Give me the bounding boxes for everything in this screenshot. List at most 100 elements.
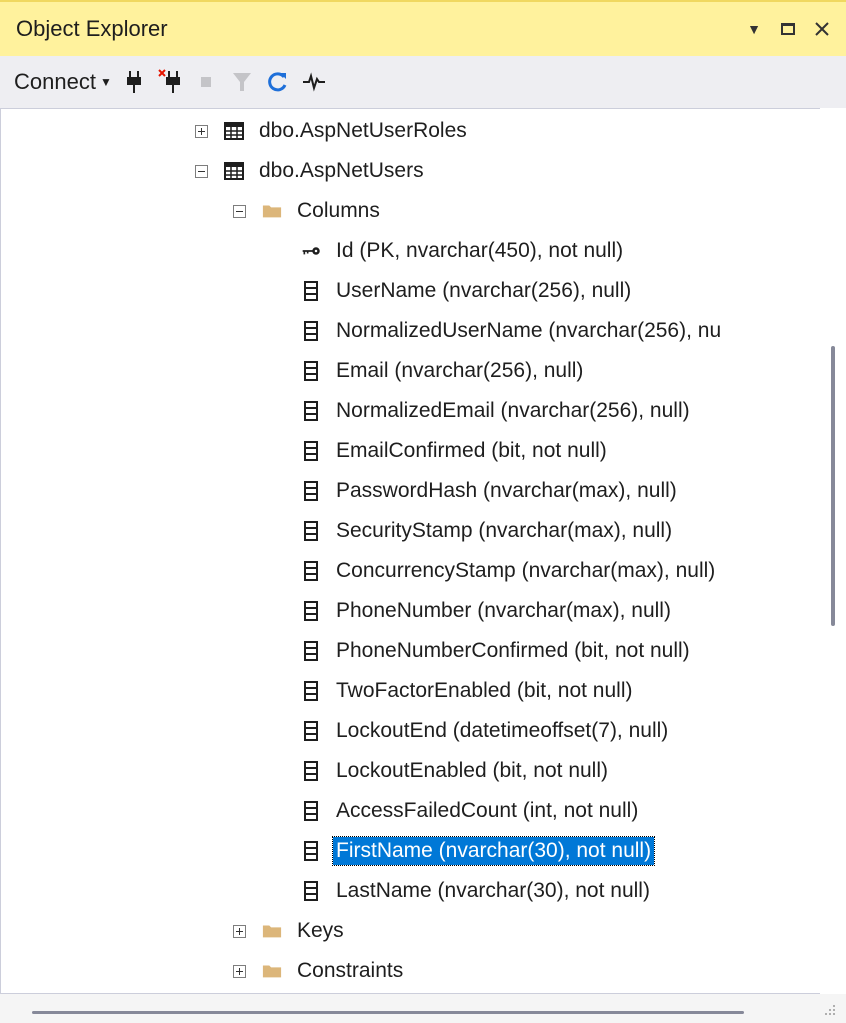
connect-dropdown-button[interactable]: Connect ▼: [14, 69, 112, 95]
disconnect-plug-icon: [158, 69, 180, 93]
maximize-icon: [781, 23, 795, 35]
column-icon: [301, 641, 321, 661]
table-icon: [224, 121, 244, 141]
primary-key-icon: [301, 241, 321, 261]
column-node[interactable]: NormalizedUserName (nvarchar(256), nu: [301, 311, 724, 351]
connect-object-explorer-button[interactable]: [120, 66, 148, 98]
activity-monitor-icon: [302, 72, 325, 92]
tree-node-label: dbo.AspNetUsers: [259, 159, 424, 182]
resize-grip-icon[interactable]: [824, 1004, 836, 1016]
column-node[interactable]: Email (nvarchar(256), null): [301, 351, 586, 391]
column-label: Email (nvarchar(256), null): [336, 359, 584, 382]
column-node[interactable]: LastName (nvarchar(30), not null): [301, 871, 653, 911]
connect-label: Connect: [14, 69, 96, 94]
column-icon: [301, 401, 321, 421]
window-title: Object Explorer: [16, 16, 168, 41]
column-icon: [301, 361, 321, 381]
column-label: SecurityStamp (nvarchar(max), null): [336, 519, 673, 542]
window-position-dropdown-button[interactable]: ▼: [740, 12, 768, 46]
stop-button[interactable]: [192, 66, 220, 98]
tree-node-label: Constraints: [297, 959, 404, 982]
horizontal-scrollbar-thumb[interactable]: [32, 1011, 744, 1014]
column-icon: [301, 281, 321, 301]
column-icon: [301, 321, 321, 341]
caret-down-icon: ▼: [99, 75, 112, 89]
tree-node-constraints-folder[interactable]: Constraints: [233, 951, 406, 991]
column-node[interactable]: EmailConfirmed (bit, not null): [301, 431, 610, 471]
maximize-button[interactable]: [774, 12, 802, 46]
tree-node-keys-folder[interactable]: Keys: [233, 911, 347, 951]
column-label: Id (PK, nvarchar(450), not null): [336, 239, 624, 262]
column-node-selected[interactable]: FirstName (nvarchar(30), not null): [301, 831, 656, 871]
column-node[interactable]: NormalizedEmail (nvarchar(256), null): [301, 391, 693, 431]
close-icon: [815, 22, 829, 36]
column-icon: [301, 881, 321, 901]
folder-icon: [262, 201, 282, 221]
column-label: EmailConfirmed (bit, not null): [336, 439, 607, 462]
column-icon: [301, 481, 321, 501]
filter-button[interactable]: [228, 66, 256, 98]
column-icon: [301, 841, 321, 861]
column-label: NormalizedEmail (nvarchar(256), null): [336, 399, 690, 422]
vertical-scrollbar-thumb[interactable]: [831, 346, 835, 626]
column-icon: [301, 681, 321, 701]
column-node[interactable]: ConcurrencyStamp (nvarchar(max), null): [301, 551, 718, 591]
column-icon: [301, 521, 321, 541]
expand-icon[interactable]: [233, 924, 246, 938]
column-node[interactable]: SecurityStamp (nvarchar(max), null): [301, 511, 675, 551]
column-label: LockoutEnd (datetimeoffset(7), null): [336, 719, 669, 742]
collapse-icon[interactable]: [233, 204, 246, 218]
tree-node-label: Columns: [297, 199, 380, 222]
column-label: ConcurrencyStamp (nvarchar(max), null): [336, 559, 716, 582]
vertical-scrollbar[interactable]: [820, 108, 846, 994]
column-node[interactable]: PhoneNumberConfirmed (bit, not null): [301, 631, 693, 671]
tree-node-aspnetusers[interactable]: dbo.AspNetUsers: [195, 151, 427, 191]
column-label: PhoneNumberConfirmed (bit, not null): [336, 639, 690, 662]
connect-plug-icon: [126, 71, 141, 93]
column-label: UserName (nvarchar(256), null): [336, 279, 632, 302]
folder-icon: [262, 961, 282, 981]
column-label: PhoneNumber (nvarchar(max), null): [336, 599, 671, 622]
collapse-icon[interactable]: [195, 164, 208, 178]
activity-monitor-button[interactable]: [300, 66, 328, 98]
tree-node-columns-folder[interactable]: Columns: [233, 191, 383, 231]
column-label: PasswordHash (nvarchar(max), null): [336, 479, 677, 502]
column-icon: [301, 721, 321, 741]
column-node[interactable]: AccessFailedCount (int, not null): [301, 791, 641, 831]
column-label: FirstName (nvarchar(30), not null): [331, 836, 656, 866]
toolbar: Connect ▼: [0, 56, 846, 108]
column-node[interactable]: PasswordHash (nvarchar(max), null): [301, 471, 680, 511]
column-node[interactable]: TwoFactorEnabled (bit, not null): [301, 671, 635, 711]
refresh-icon: [268, 72, 287, 92]
table-icon: [224, 161, 244, 181]
column-label: LastName (nvarchar(30), not null): [336, 879, 650, 902]
column-label: LockoutEnabled (bit, not null): [336, 759, 609, 782]
expand-icon[interactable]: [195, 124, 208, 138]
column-icon: [301, 441, 321, 461]
tree-node-label: dbo.AspNetUserRoles: [259, 119, 467, 142]
stop-icon: [200, 77, 211, 87]
tree-node-label: Keys: [297, 919, 344, 942]
column-node[interactable]: PhoneNumber (nvarchar(max), null): [301, 591, 674, 631]
title-bar: Object Explorer ▼: [0, 0, 846, 56]
column-icon: [301, 601, 321, 621]
close-button[interactable]: [808, 12, 836, 46]
refresh-button[interactable]: [264, 66, 292, 98]
caret-down-icon: ▼: [747, 21, 761, 37]
folder-icon: [262, 921, 282, 941]
tree-node-aspnetuserroles[interactable]: dbo.AspNetUserRoles: [195, 111, 470, 151]
column-label: TwoFactorEnabled (bit, not null): [336, 679, 633, 702]
column-icon: [301, 761, 321, 781]
column-node[interactable]: LockoutEnabled (bit, not null): [301, 751, 611, 791]
object-explorer-tree: dbo.AspNetUserRoles dbo.AspNetUsers Colu…: [0, 108, 846, 994]
column-node[interactable]: UserName (nvarchar(256), null): [301, 271, 634, 311]
column-icon: [301, 561, 321, 581]
object-explorer-window: Object Explorer ▼ Connect ▼ dbo.AspNetUs…: [0, 0, 846, 1023]
column-node[interactable]: LockoutEnd (datetimeoffset(7), null): [301, 711, 671, 751]
filter-icon: [232, 73, 251, 91]
expand-icon[interactable]: [233, 964, 246, 978]
disconnect-button[interactable]: [156, 66, 184, 98]
horizontal-scrollbar[interactable]: [0, 994, 846, 1023]
column-label: AccessFailedCount (int, not null): [336, 799, 639, 822]
column-node[interactable]: Id (PK, nvarchar(450), not null): [301, 231, 626, 271]
